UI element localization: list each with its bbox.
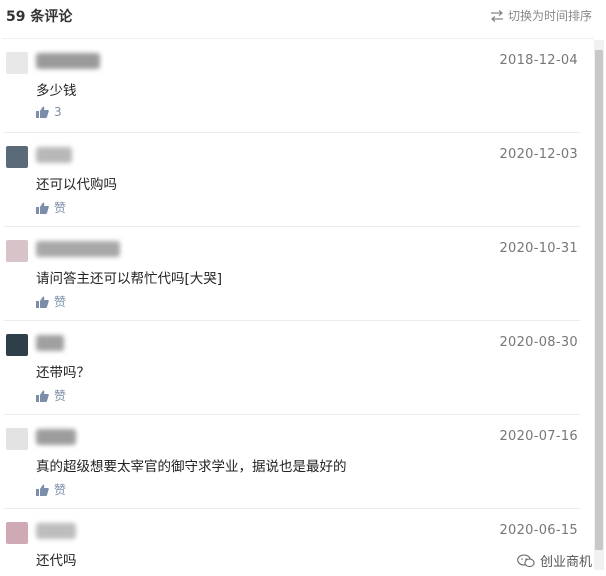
like-label: 赞: [54, 389, 67, 403]
comment-date: 2020-12-03: [499, 147, 578, 162]
username-blurred[interactable]: [36, 335, 64, 351]
comment-item: 2018-12-04 多少钱 3: [4, 39, 580, 133]
avatar[interactable]: [6, 146, 28, 168]
avatar[interactable]: [6, 522, 28, 544]
like-count: 3: [54, 105, 62, 119]
comment-text: 多少钱: [36, 83, 77, 99]
thumbs-up-icon: [36, 390, 49, 402]
avatar[interactable]: [6, 52, 28, 74]
comment-text: 还带吗？: [36, 365, 90, 381]
comment-item: 2020-07-16 真的超级想要太宰官的御守求学业，据说也是最好的 赞: [4, 415, 580, 509]
comment-text: 还可以代购吗: [36, 177, 117, 193]
comments-header: 59 条评论 切换为时间排序: [0, 0, 606, 32]
like-button[interactable]: 赞: [36, 481, 66, 498]
comment-item: 2020-08-30 还带吗？ 赞: [4, 321, 580, 415]
comment-item: 2020-10-31 请问答主还可以帮忙代吗[大哭] 赞: [4, 227, 580, 321]
thumbs-up-icon: [36, 202, 49, 214]
comment-text: 真的超级想要太宰官的御守求学业，据说也是最好的: [36, 459, 347, 475]
thumbs-up-icon: [36, 484, 49, 496]
comment-item: 2020-06-15 还代吗: [4, 509, 580, 576]
like-button[interactable]: 3: [36, 105, 62, 119]
comment-date: 2018-12-04: [499, 53, 578, 68]
avatar[interactable]: [6, 240, 28, 262]
watermark-text: 创业商机: [539, 555, 592, 570]
scrollbar-thumb[interactable]: [595, 50, 603, 550]
comment-date: 2020-08-30: [499, 335, 578, 350]
comment-date: 2020-07-16: [499, 429, 578, 444]
comment-text: 请问答主还可以帮忙代吗[大哭]: [36, 271, 223, 287]
like-label: 赞: [54, 295, 67, 309]
wechat-icon: [517, 553, 535, 567]
like-button[interactable]: 赞: [36, 293, 66, 310]
thumbs-up-icon: [36, 296, 49, 308]
username-blurred[interactable]: [36, 241, 120, 257]
comment-count-title: 59 条评论: [6, 9, 73, 25]
thumbs-up-icon: [36, 106, 49, 118]
comment-text: 还代吗: [36, 553, 77, 569]
username-blurred[interactable]: [36, 523, 76, 539]
avatar[interactable]: [6, 334, 28, 356]
username-blurred[interactable]: [36, 53, 100, 69]
like-button[interactable]: 赞: [36, 199, 66, 216]
comment-item: 2020-12-03 还可以代购吗 赞: [4, 133, 580, 227]
like-label: 赞: [54, 483, 67, 497]
username-blurred[interactable]: [36, 429, 76, 445]
vertical-scrollbar[interactable]: [594, 40, 604, 570]
comment-list[interactable]: 2018-12-04 多少钱 3 2020-12-03 还可以代购吗 赞 202…: [2, 38, 594, 576]
like-button[interactable]: 赞: [36, 387, 66, 404]
switch-arrows-icon: [490, 9, 503, 22]
comment-date: 2020-06-15: [499, 523, 578, 538]
avatar[interactable]: [6, 428, 28, 450]
username-blurred[interactable]: [36, 147, 72, 163]
sort-by-time-label: 切换为时间排序: [507, 9, 592, 23]
comment-date: 2020-10-31: [499, 241, 578, 256]
like-label: 赞: [54, 201, 67, 215]
watermark: 创业商机: [517, 551, 592, 570]
sort-by-time-button[interactable]: 切换为时间排序: [490, 7, 592, 24]
